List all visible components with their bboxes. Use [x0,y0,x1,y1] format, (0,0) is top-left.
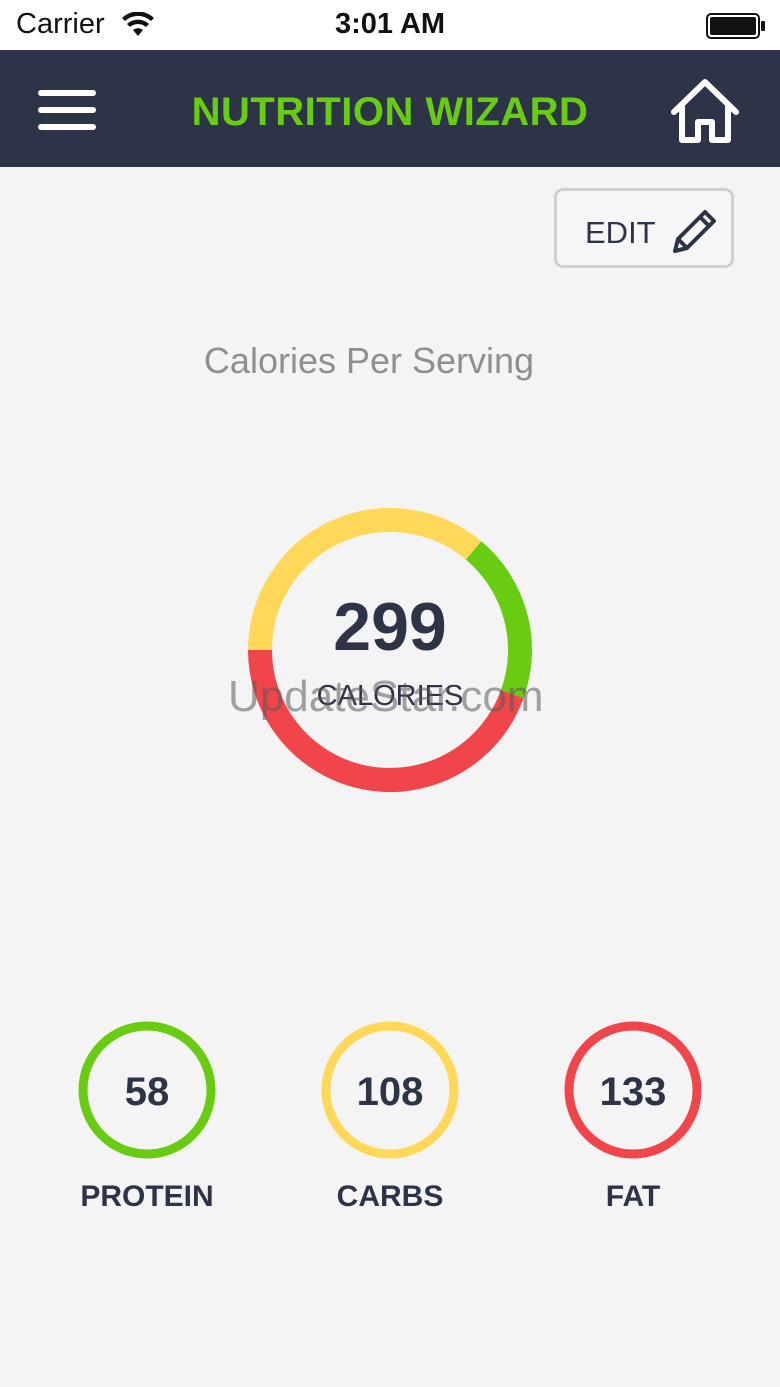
edit-button-label: EDIT [585,215,656,250]
status-time: 3:01 AM [334,8,446,40]
watermark: UpdateStar.com [228,672,544,721]
macro-fat: 133 FAT [548,1020,718,1220]
fat-label: FAT [605,1180,661,1213]
page-title: NUTRITION WIZARD [191,90,589,134]
home-icon[interactable] [668,76,742,146]
carbs-label: CARBS [336,1180,444,1213]
nutrition-screen: Carrier 3:01 AM NUTRITION WIZARD EDIT Ca… [0,0,780,1387]
protein-label: PROTEIN [80,1180,214,1213]
calories-heading: Calories Per Serving [203,340,535,381]
fat-value: 133 [599,1070,667,1114]
carbs-value: 108 [356,1070,424,1114]
protein-value: 58 [124,1070,170,1114]
macro-protein: 58 PROTEIN [62,1020,232,1220]
battery-icon [706,13,765,39]
nav-bar: NUTRITION WIZARD [0,50,780,167]
status-bar: Carrier 3:01 AM [0,0,780,50]
edit-button[interactable]: EDIT [554,188,734,268]
pencil-icon [673,210,716,253]
calorie-value: 299 [333,589,447,665]
macro-carbs: 108 CARBS [305,1020,475,1220]
